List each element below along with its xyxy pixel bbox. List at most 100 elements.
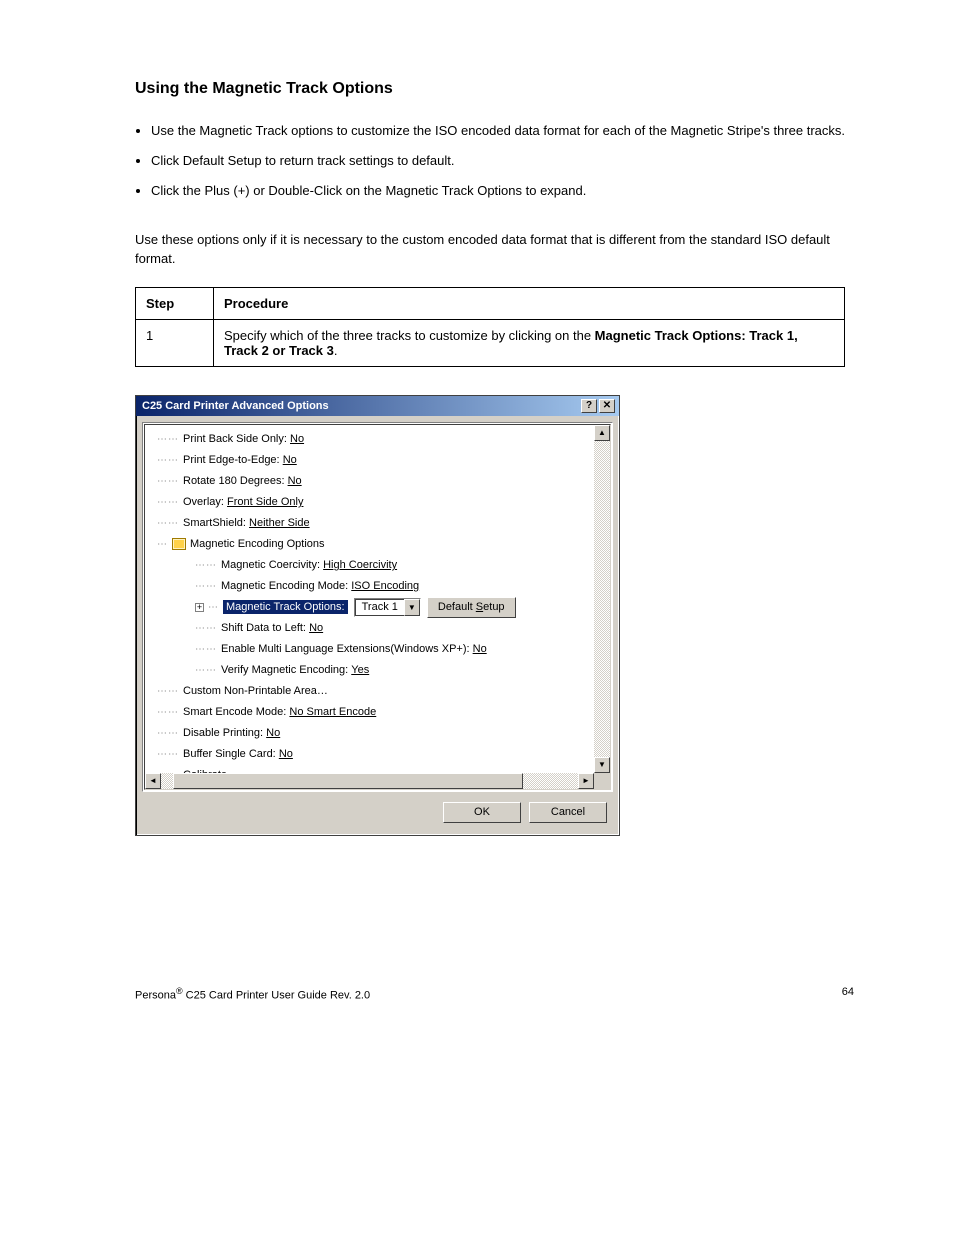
tree-item-smart-encode[interactable]: ⋯⋯ Smart Encode Mode: No Smart Encode — [147, 702, 592, 723]
procedure-text-a: Specify which of the three tracks to cus… — [224, 328, 595, 343]
chevron-down-icon[interactable]: ▼ — [404, 599, 420, 616]
combo-value: Track 1 — [355, 599, 404, 616]
table-cell-step: 1 — [136, 319, 214, 366]
close-button[interactable]: ✕ — [599, 399, 615, 413]
button-hotkey: S — [476, 601, 483, 613]
tree-connector-icon: ⋯⋯ — [157, 497, 179, 508]
footer-left: Persona® C25 Card Printer User Guide Rev… — [135, 986, 370, 1002]
scrollbar-corner — [594, 773, 610, 789]
option-label: Buffer Single Card: — [183, 748, 276, 760]
selected-option-label[interactable]: Magnetic Track Options: — [223, 600, 348, 614]
tree-item-multilang[interactable]: ⋯⋯ Enable Multi Language Extensions(Wind… — [147, 639, 592, 660]
tree-connector-icon: ⋯⋯ — [157, 749, 179, 760]
bullet-item: Use the Magnetic Track options to custom… — [151, 116, 854, 146]
option-label: Magnetic Encoding Options — [190, 538, 325, 550]
default-setup-button[interactable]: Default Setup — [427, 597, 516, 618]
option-value[interactable]: Front Side Only — [227, 496, 303, 508]
scrollbar-thumb[interactable] — [173, 773, 523, 789]
option-value[interactable]: No — [283, 454, 297, 466]
option-label: Rotate 180 Degrees: — [183, 475, 285, 487]
scroll-right-button[interactable]: ► — [578, 773, 594, 789]
tree-connector-icon: ⋯⋯ — [195, 644, 217, 655]
tree-item-buffer[interactable]: ⋯⋯ Buffer Single Card: No — [147, 744, 592, 765]
horizontal-scrollbar[interactable]: ◄ ► — [145, 773, 594, 789]
scrollbar-track[interactable] — [594, 441, 610, 757]
scroll-down-button[interactable]: ▼ — [594, 757, 610, 773]
option-label: Print Back Side Only: — [183, 433, 287, 445]
tree-item-coercivity[interactable]: ⋯⋯ Magnetic Coercivity: High Coercivity — [147, 555, 592, 576]
option-value[interactable]: No — [288, 475, 302, 487]
steps-table: Step Procedure 1 Specify which of the th… — [135, 287, 845, 367]
tree-item-print-back[interactable]: ⋯⋯ Print Back Side Only: No — [147, 429, 592, 450]
scroll-left-button[interactable]: ◄ — [145, 773, 161, 789]
option-label: Verify Magnetic Encoding: — [221, 664, 348, 676]
dialog-button-row: OK Cancel — [142, 792, 613, 829]
tree-item-calibrate[interactable]: ⋯⋯ Calibrate… — [147, 765, 592, 773]
option-value[interactable]: High Coercivity — [323, 559, 397, 571]
advanced-options-dialog: C25 Card Printer Advanced Options ? ✕ ⋯⋯… — [135, 395, 620, 836]
tree-item-custom-area[interactable]: ⋯⋯ Custom Non-Printable Area… — [147, 681, 592, 702]
scroll-up-button[interactable]: ▲ — [594, 425, 610, 441]
table-cell-procedure: Specify which of the three tracks to cus… — [214, 319, 845, 366]
tree-connector-icon: ⋯⋯ — [195, 560, 217, 571]
registered-icon: ® — [176, 986, 183, 996]
procedure-text-c: . — [334, 343, 338, 358]
bullet-item: Click Default Setup to return track sett… — [151, 146, 854, 176]
dialog-title: C25 Card Printer Advanced Options — [142, 400, 579, 412]
dialog-titlebar[interactable]: C25 Card Printer Advanced Options ? ✕ — [136, 396, 619, 416]
option-value[interactable]: ISO Encoding — [351, 580, 419, 592]
option-value[interactable]: No — [290, 433, 304, 445]
tree-connector-icon: ⋯⋯ — [195, 623, 217, 634]
tree-item-magnetic-group[interactable]: ⋯ Magnetic Encoding Options — [147, 534, 592, 555]
option-label: Custom Non-Printable Area… — [183, 685, 328, 697]
tree-connector-icon: ⋯ — [208, 602, 219, 613]
tree-item-shift-data[interactable]: ⋯⋯ Shift Data to Left: No — [147, 618, 592, 639]
tree-connector-icon: ⋯⋯ — [195, 581, 217, 592]
tree-connector-icon: ⋯⋯ — [157, 455, 179, 466]
track-combo[interactable]: Track 1 ▼ — [354, 598, 421, 617]
option-label: Smart Encode Mode: — [183, 706, 286, 718]
option-value[interactable]: No Smart Encode — [289, 706, 376, 718]
cancel-button[interactable]: Cancel — [529, 802, 607, 823]
tree-connector-icon: ⋯⋯ — [157, 707, 179, 718]
tree-item-rotate[interactable]: ⋯⋯ Rotate 180 Degrees: No — [147, 471, 592, 492]
scrollbar-track[interactable] — [161, 773, 578, 789]
ok-button[interactable]: OK — [443, 802, 521, 823]
footer-product: Persona — [135, 989, 176, 1001]
option-value[interactable]: No — [309, 622, 323, 634]
option-label: Print Edge-to-Edge: — [183, 454, 280, 466]
tree-item-track-options[interactable]: + ⋯ Magnetic Track Options: Track 1 ▼ De… — [147, 597, 592, 618]
tree-connector-icon: ⋯⋯ — [195, 665, 217, 676]
page-footer: Persona® C25 Card Printer User Guide Rev… — [135, 976, 854, 1002]
tree-item-smartshield[interactable]: ⋯⋯ SmartShield: Neither Side — [147, 513, 592, 534]
vertical-scrollbar[interactable]: ▲ ▼ — [594, 425, 610, 773]
option-label: Magnetic Encoding Mode: — [221, 580, 348, 592]
option-label: SmartShield: — [183, 517, 246, 529]
tree-connector-icon: ⋯ — [157, 539, 168, 550]
tree-item-encoding-mode[interactable]: ⋯⋯ Magnetic Encoding Mode: ISO Encoding — [147, 576, 592, 597]
tree-item-overlay[interactable]: ⋯⋯ Overlay: Front Side Only — [147, 492, 592, 513]
key-icon — [172, 538, 186, 550]
bullet-item: Click the Plus (+) or Double-Click on th… — [151, 176, 854, 206]
tree-connector-icon: ⋯⋯ — [157, 476, 179, 487]
tree-item-print-edge[interactable]: ⋯⋯ Print Edge-to-Edge: No — [147, 450, 592, 471]
option-label: Shift Data to Left: — [221, 622, 306, 634]
option-value[interactable]: Yes — [351, 664, 369, 676]
help-button[interactable]: ? — [581, 399, 597, 413]
tree-item-verify[interactable]: ⋯⋯ Verify Magnetic Encoding: Yes — [147, 660, 592, 681]
option-value[interactable]: No — [279, 748, 293, 760]
option-label: Overlay: — [183, 496, 224, 508]
table-header-procedure: Procedure — [214, 287, 845, 319]
option-value[interactable]: Neither Side — [249, 517, 310, 529]
tree-connector-icon: ⋯⋯ — [157, 686, 179, 697]
options-tree: ⋯⋯ Print Back Side Only: No ⋯⋯ Print Edg… — [142, 422, 613, 792]
section-heading: Using the Magnetic Track Options — [135, 80, 854, 98]
tree-item-disable-printing[interactable]: ⋯⋯ Disable Printing: No — [147, 723, 592, 744]
option-label: Disable Printing: — [183, 727, 263, 739]
body-paragraph: Use these options only if it is necessar… — [135, 230, 854, 269]
option-value[interactable]: No — [266, 727, 280, 739]
option-value[interactable]: No — [473, 643, 487, 655]
page-number: 64 — [842, 986, 854, 1002]
option-label: Enable Multi Language Extensions(Windows… — [221, 643, 470, 655]
expand-icon[interactable]: + — [195, 603, 204, 612]
